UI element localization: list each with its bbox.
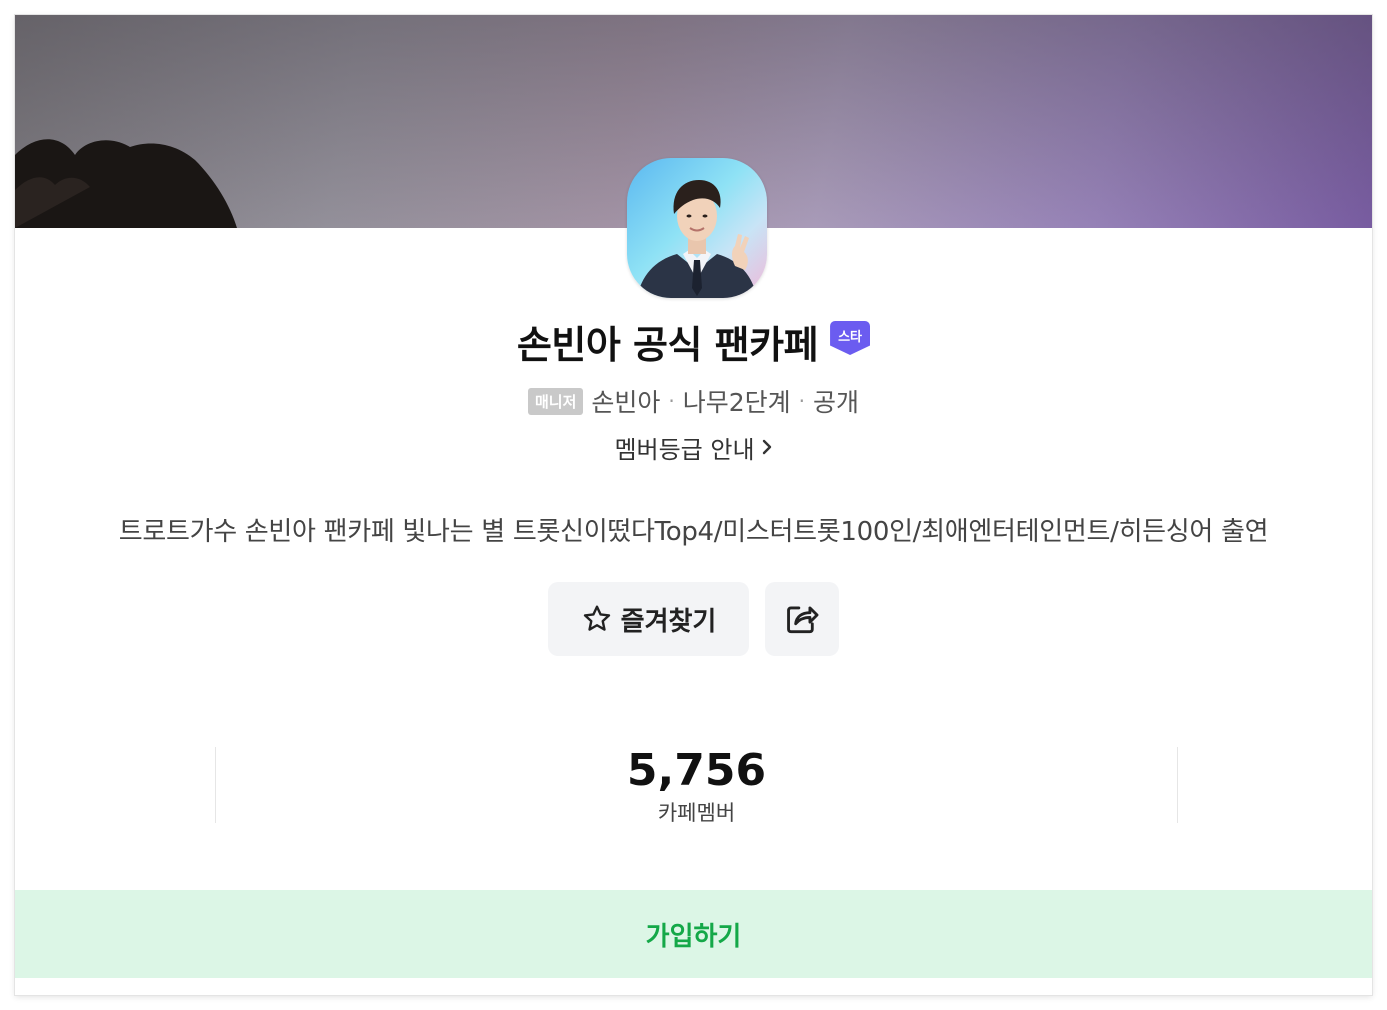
manager-tag: 매니저 [527,387,584,415]
favorite-label: 즐겨찾기 [620,606,717,637]
manager-name-link[interactable]: 손빈아 [591,383,660,419]
share-button[interactable] [765,582,839,656]
cafe-meta-row: 매니저 손빈아 · 나무2단계 · 공개 [15,381,1372,421]
banner-hair-silhouette [15,139,237,228]
cafe-profile-card: 손빈아 공식 팬카페 스타 매니저 손빈아 · 나무2단계 · 공개 멤버등급 … [15,15,1372,995]
star-outline-icon [583,605,610,631]
join-label: 가입하기 [645,921,742,952]
cafe-visibility: 공개 [813,388,860,417]
join-button[interactable]: 가입하기 [15,890,1372,978]
cafe-title-row: 손빈아 공식 팬카페 스타 [15,315,1372,367]
member-count-label: 카페멤버 [657,801,736,825]
member-count-value: 5,756 [626,745,767,796]
cafe-avatar[interactable] [627,158,767,298]
member-grade-label: 멤버등급 안내 [614,435,755,464]
cafe-stats: 5,756 카페멤버 [215,745,1178,825]
cafe-title: 손빈아 공식 팬카페 [516,322,819,367]
meta-separator: · [668,389,675,413]
cafe-actions: 즐겨찾기 [15,582,1372,656]
meta-separator: · [798,389,806,413]
cafe-level: 나무2단계 [682,388,791,417]
member-grade-link[interactable]: 멤버등급 안내 [15,429,1372,465]
cafe-description: 트로트가수 손빈아 팬카페 빛나는 별 트롯신이떴다Top4/미스터트롯100인… [118,517,1269,547]
avatar-portrait-image [637,180,757,298]
star-cafe-badge: 스타 [830,321,871,355]
share-icon [787,606,819,634]
favorite-button[interactable]: 즐겨찾기 [548,582,749,656]
chevron-right-icon [762,439,771,455]
